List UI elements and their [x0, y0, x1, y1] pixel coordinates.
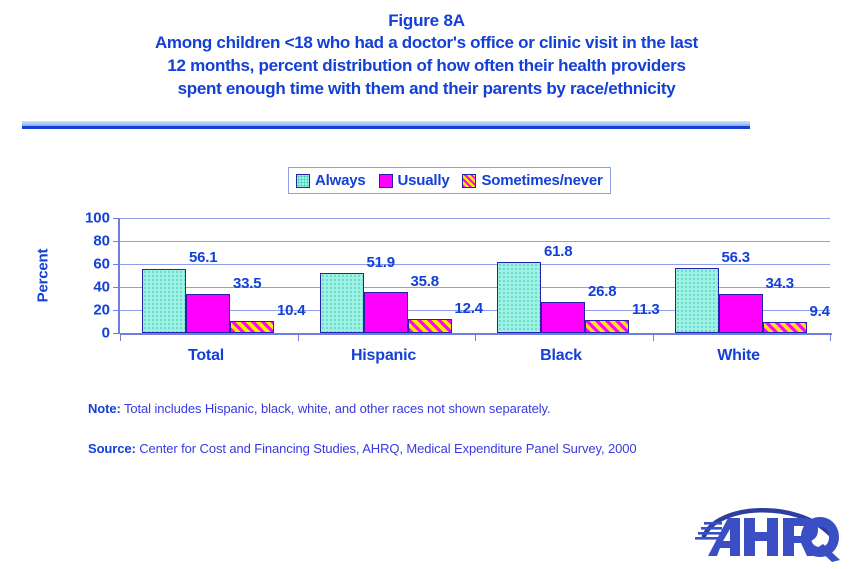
- plot-area: 56.1 33.5 10.4 51.9 35.8 12.4 61.8 26.8 11.3 56.3…: [113, 218, 832, 341]
- data-label: 35.8: [410, 272, 440, 290]
- x-axis-label-black: Black: [540, 347, 582, 364]
- note-label: Note:: [88, 401, 121, 416]
- x-axis-label-total: Total: [187, 347, 225, 364]
- y-axis-tick-label: 0: [101, 324, 110, 342]
- legend-label-usually: Usually: [397, 172, 450, 189]
- bar-black-sometimes[interactable]: [585, 320, 629, 333]
- always-swatch-icon: [296, 173, 310, 188]
- legend-item-sometimes-never[interactable]: Sometimes/never: [462, 172, 603, 189]
- bar-black-usually[interactable]: [541, 302, 585, 333]
- x-axis-tick: [297, 333, 299, 341]
- y-axis-tick: [113, 287, 120, 288]
- data-label: 51.9: [366, 254, 396, 272]
- chart-legend: Always Usually Sometimes/never: [288, 167, 611, 194]
- note-text: Total includes Hispanic, black, white, a…: [124, 401, 551, 416]
- y-axis-title-text: Percent: [34, 248, 52, 303]
- ahrq-logo: [684, 500, 844, 562]
- y-axis-tick-label: 60: [93, 255, 110, 273]
- gridline: [120, 218, 830, 219]
- gridline: [120, 241, 830, 242]
- y-axis-tick: [113, 218, 120, 219]
- x-axis-label-white: White: [717, 347, 760, 364]
- y-axis-tick: [113, 333, 120, 334]
- y-axis-tick-labels: 0 20 40 60 80 100: [62, 210, 110, 342]
- legend-item-always[interactable]: Always: [296, 172, 366, 189]
- source-label: Source:: [88, 441, 136, 456]
- bar-white-usually[interactable]: [718, 293, 763, 333]
- y-axis-title: Percent: [32, 218, 54, 333]
- figure-title-line-3: spent enough time with them and their pa…: [177, 79, 676, 98]
- y-axis-tick: [113, 241, 120, 242]
- source-line: Source: Center for Cost and Financing St…: [88, 440, 828, 457]
- bar-hispanic-always[interactable]: [319, 273, 364, 333]
- divider-rule: [22, 126, 750, 129]
- data-label: 12.4: [454, 299, 484, 317]
- x-axis-tick: [830, 333, 831, 341]
- y-axis-tick: [113, 310, 120, 311]
- bar-total-sometimes[interactable]: [230, 321, 274, 333]
- bar-total-usually[interactable]: [186, 294, 230, 333]
- y-axis-tick: [113, 264, 120, 265]
- bar-white-sometimes[interactable]: [762, 322, 807, 333]
- legend-label-sometimes-never: Sometimes/never: [481, 172, 603, 189]
- source-text: Center for Cost and Financing Studies, A…: [139, 441, 637, 456]
- figure-number: Figure 8A: [388, 11, 465, 30]
- data-label: 26.8: [588, 283, 617, 301]
- note-line: Note: Total includes Hispanic, black, wh…: [88, 400, 828, 417]
- header-divider: [22, 121, 750, 129]
- data-label: 56.3: [721, 249, 751, 267]
- usually-swatch-icon: [378, 173, 393, 188]
- ahrq-logo-svg: [695, 507, 840, 562]
- bar-white-always[interactable]: [674, 268, 719, 333]
- gridline: [120, 287, 830, 288]
- legend-label-always: Always: [315, 172, 366, 189]
- bar-total-always[interactable]: [142, 268, 186, 333]
- bar-hispanic-usually[interactable]: [363, 291, 408, 333]
- sometimes-never-swatch-icon: [462, 173, 477, 188]
- x-axis-label-hispanic: Hispanic: [350, 347, 417, 364]
- figure-title-line-2: 12 months, percent distribution of how o…: [167, 56, 686, 75]
- x-axis-line: [120, 333, 832, 335]
- y-axis-tick-label: 20: [93, 301, 110, 319]
- data-label: 9.4: [809, 303, 830, 321]
- x-axis-tick: [475, 333, 476, 341]
- data-label: 56.1: [189, 249, 218, 267]
- figure-title-line-1: Among children <18 who had a doctor's of…: [154, 33, 699, 52]
- bar-black-always[interactable]: [497, 261, 541, 333]
- footnotes: Note: Total includes Hispanic, black, wh…: [88, 400, 828, 480]
- data-label: 11.3: [632, 301, 660, 318]
- figure-title: Among children <18 who had a doctor's of…: [0, 31, 853, 100]
- y-axis-tick-label: 80: [93, 232, 110, 250]
- data-label: 33.5: [233, 275, 262, 293]
- y-axis-tick-label: 40: [93, 278, 110, 296]
- data-label: 34.3: [765, 274, 795, 292]
- legend-item-usually[interactable]: Usually: [378, 172, 450, 189]
- x-axis-tick: [652, 333, 654, 341]
- data-label: 10.4: [277, 302, 306, 320]
- x-axis-labels: Total Hispanic Black White: [118, 347, 830, 371]
- x-axis-tick: [120, 333, 121, 341]
- figure-title-block: Figure 8A Among children <18 who had a d…: [0, 10, 853, 100]
- data-label: 61.8: [544, 242, 573, 260]
- y-axis-tick-label: 100: [84, 209, 110, 227]
- bar-hispanic-sometimes[interactable]: [407, 318, 452, 333]
